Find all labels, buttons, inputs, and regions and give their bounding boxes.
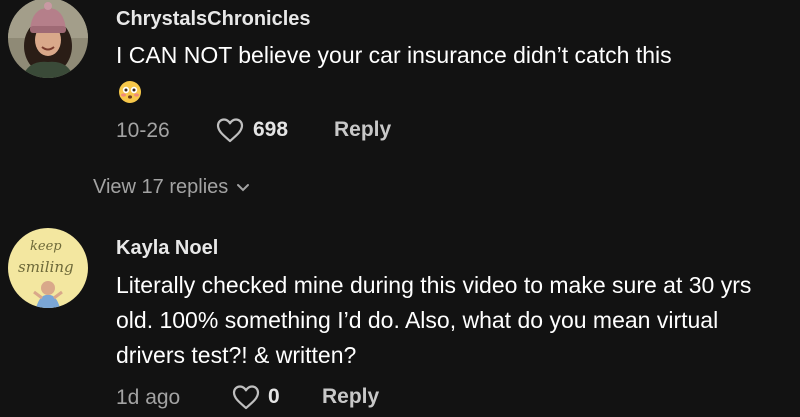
comment-date: 1d ago: [116, 386, 181, 409]
comment-text: I CAN NOT believe your car insurance did…: [116, 42, 672, 68]
like-count: 0: [268, 385, 280, 408]
reply-button[interactable]: Reply: [322, 385, 379, 409]
view-replies-label: View 17 replies: [93, 176, 229, 198]
avatar-logo-text: smiling: [18, 258, 74, 276]
flushed-face-emoji-icon: [118, 80, 142, 104]
comment-username[interactable]: ChrystalsChronicles: [116, 8, 311, 31]
reply-button[interactable]: Reply: [334, 118, 391, 142]
like-count: 698: [253, 118, 289, 141]
comment-text: Literally checked mine during this video…: [116, 272, 752, 368]
avatar[interactable]: keep smiling: [8, 228, 88, 308]
avatar-logo-text: keep: [30, 239, 62, 254]
heart-icon[interactable]: [231, 383, 261, 411]
comment-date: 10-26: [116, 119, 170, 142]
heart-icon[interactable]: [215, 116, 245, 144]
comment-item: ChrystalsChronicles I CAN NOT believe yo…: [0, 0, 800, 215]
avatar[interactable]: [8, 0, 88, 78]
view-replies-button[interactable]: View 17 replies: [93, 176, 250, 199]
chevron-down-icon: [237, 183, 250, 192]
comment-username[interactable]: Kayla Noel: [116, 237, 218, 260]
